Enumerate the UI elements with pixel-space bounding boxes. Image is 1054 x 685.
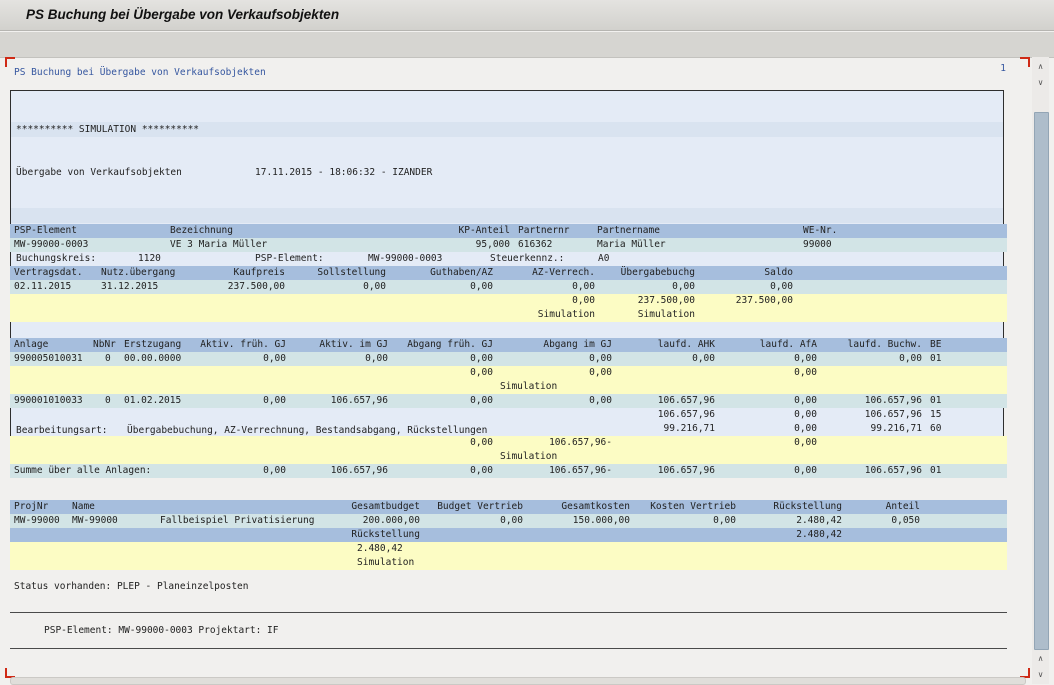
scroll-up-icon[interactable]: ∧ <box>1033 652 1048 666</box>
cell: Simulation <box>500 380 557 394</box>
table-row: 2.480,42 <box>10 542 1007 556</box>
cell: 616362 <box>518 238 552 252</box>
table-row: 0,00237.500,00237.500,00 <box>10 294 1007 308</box>
cell: 106.657,96 <box>10 464 922 478</box>
sim-subtitle-line: Übergabe von Verkaufsobjekten 17.11.2015… <box>11 165 1003 180</box>
field-label: Steuerkennz.: <box>490 251 564 266</box>
separator-rule <box>10 648 1007 649</box>
cell: 2.480,42 <box>10 528 842 542</box>
table-row: SimulationSimulation <box>10 308 1007 322</box>
table-row: 990001010033001.02.20150,00106.657,960,0… <box>10 394 1007 408</box>
cell: 106.657,96 <box>10 408 922 422</box>
table-row: Rückstellung2.480,42 <box>10 528 1007 542</box>
list-corner-marker-top-right <box>1020 57 1030 67</box>
cell: Maria Müller <box>597 238 666 252</box>
field-value: MW-99000-0003 <box>368 251 442 266</box>
page-number: 1 <box>940 62 1006 76</box>
footer-psp-line: PSP-Element: MW-99000-0003 Projektart: I… <box>44 624 279 638</box>
table-row: 02.11.201531.12.2015237.500,000,000,000,… <box>10 280 1007 294</box>
report-title: PS Buchung bei Übergabe von Verkaufsobje… <box>14 66 266 80</box>
cell: 0,050 <box>10 514 920 528</box>
sap-window: { "colors": { "header_band": "#a6bedd", … <box>0 0 1054 684</box>
cell: 15 <box>930 408 941 422</box>
table-header-row: Vertragsdat.Nutz.übergangKaufpreisSollst… <box>10 266 1007 280</box>
contract-table: Vertragsdat.Nutz.übergangKaufpreisSollst… <box>10 266 1007 322</box>
cell: 0,00 <box>10 280 793 294</box>
partner-table: PSP-ElementBezeichnungKP-AnteilPartnernr… <box>10 224 1007 252</box>
table-row: Simulation <box>10 556 1007 570</box>
column-header: WE-Nr. <box>803 224 837 238</box>
table-row: MW-99000MW-99000Fallbeispiel Privatisier… <box>10 514 1007 528</box>
field-label: Buchungskreis: <box>16 251 96 266</box>
field-value: A0 <box>598 251 609 266</box>
cell: 95,000 <box>10 238 510 252</box>
table-row: Simulation <box>10 450 1007 464</box>
vertical-scrollbar[interactable]: ∧ ∨ ∧ ∨ <box>1032 57 1049 684</box>
sim-field-line: Buchungskreis: 1120 PSP-Element: MW-9900… <box>11 251 1003 266</box>
table-row: 0,000,000,00 <box>10 366 1007 380</box>
sim-banner: ********** SIMULATION ********** <box>16 122 199 137</box>
cell: 0,00 <box>10 436 817 450</box>
scroll-up-icon[interactable]: ∧ <box>1033 60 1048 74</box>
column-header: Anteil <box>10 500 920 514</box>
application-toolbar <box>0 31 1054 58</box>
column-header: KP-Anteil <box>10 224 510 238</box>
column-header: BE <box>930 338 941 352</box>
column-header: Partnername <box>597 224 660 238</box>
sim-banner-line: ********** SIMULATION ********** <box>11 122 1003 137</box>
scrollbar-thumb[interactable] <box>1034 112 1049 650</box>
separator-rule <box>10 612 1007 613</box>
cell: 01 <box>930 352 941 366</box>
cell: 99000 <box>803 238 832 252</box>
cell: 99.216,71 <box>10 422 922 436</box>
table-row: 106.657,960,00106.657,9615 <box>10 408 1007 422</box>
cell: 106.657,96 <box>10 394 922 408</box>
sim-subtitle: Übergabe von Verkaufsobjekten <box>16 165 182 180</box>
table-row: 0,00106.657,96-0,00 <box>10 436 1007 450</box>
window-titlebar: PS Buchung bei Übergabe von Verkaufsobje… <box>0 0 1054 31</box>
table-row: 990005010031000.00.00000,000,000,000,000… <box>10 352 1007 366</box>
cell: 0,00 <box>10 352 922 366</box>
asset-table: AnlageNbNrErstzugangAktiv. früh. GJAktiv… <box>10 338 1007 478</box>
cell: 60 <box>930 422 941 436</box>
table-row: 99.216,710,0099.216,7160 <box>10 422 1007 436</box>
sim-blank-line <box>11 208 1003 223</box>
cell: 237.500,00 <box>10 294 793 308</box>
cell: 0,00 <box>10 366 817 380</box>
table-header-row: PSP-ElementBezeichnungKP-AnteilPartnernr… <box>10 224 1007 238</box>
cell: 2.480,42 <box>357 542 403 556</box>
cell: Simulation <box>357 556 414 570</box>
table-header-row: ProjNrNameGesamtbudgetBudget VertriebGes… <box>10 500 1007 514</box>
window-title: PS Buchung bei Übergabe von Verkaufsobje… <box>26 0 339 30</box>
project-table: ProjNrNameGesamtbudgetBudget VertriebGes… <box>10 500 1007 570</box>
scroll-down-icon[interactable]: ∨ <box>1033 76 1048 90</box>
table-row: Summe über alle Anlagen:0,00106.657,960,… <box>10 464 1007 478</box>
field-value: 1120 <box>138 251 161 266</box>
cell: 01 <box>930 464 941 478</box>
status-line: Status vorhanden: PLEP - Planeinzelposte… <box>14 580 249 594</box>
table-row: MW-99000-0003VE 3 Maria Müller95,0006163… <box>10 238 1007 252</box>
table-row: Simulation <box>10 380 1007 394</box>
scroll-down-icon[interactable]: ∨ <box>1033 668 1048 682</box>
column-header: Saldo <box>10 266 793 280</box>
sim-timestamp: 17.11.2015 - 18:06:32 - IZANDER <box>255 165 432 180</box>
cell: Simulation <box>500 450 557 464</box>
field-label: PSP-Element: <box>255 251 324 266</box>
cell: Simulation <box>10 308 695 322</box>
cell: 01 <box>930 394 941 408</box>
column-header: laufd. Buchw. <box>10 338 922 352</box>
table-header-row: AnlageNbNrErstzugangAktiv. früh. GJAktiv… <box>10 338 1007 352</box>
column-header: Partnernr <box>518 224 569 238</box>
